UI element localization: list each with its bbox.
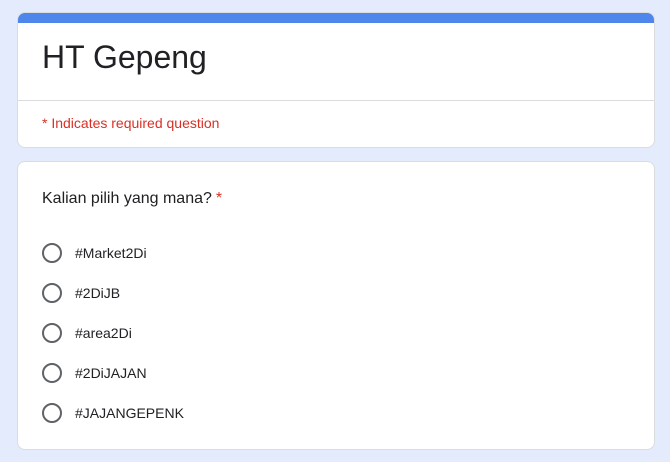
radio-option-jajangepenk[interactable]: #JAJANGEPENK — [42, 393, 184, 433]
radio-option-market2di[interactable]: #Market2Di — [42, 233, 184, 273]
option-label: #2DiJB — [75, 285, 121, 301]
form-header-card: HT Gepeng * Indicates required question — [17, 12, 655, 148]
form-page: HT Gepeng * Indicates required question … — [0, 0, 670, 462]
option-label: #JAJANGEPENK — [75, 405, 184, 421]
radio-option-2dijajan[interactable]: #2DiJAJAN — [42, 353, 184, 393]
option-label: #area2Di — [75, 325, 132, 341]
option-label: #2DiJAJAN — [75, 365, 147, 381]
radio-button[interactable] — [42, 363, 62, 383]
radio-option-area2di[interactable]: #area2Di — [42, 313, 184, 353]
question-title: Kalian pilih yang mana? * — [42, 189, 222, 209]
question-text: Kalian pilih yang mana? — [42, 190, 212, 207]
radio-button[interactable] — [42, 243, 62, 263]
question-card: Kalian pilih yang mana? * #Market2Di #2Di… — [17, 161, 655, 450]
required-asterisk: * — [215, 190, 223, 207]
header-divider — [18, 100, 654, 101]
radio-button[interactable] — [42, 283, 62, 303]
theme-accent-bar — [18, 13, 654, 23]
form-title: HT Gepeng — [42, 39, 207, 75]
radio-button[interactable] — [42, 323, 62, 343]
radio-button[interactable] — [42, 403, 62, 423]
option-label: #Market2Di — [75, 245, 147, 261]
radio-options: #Market2Di #2DiJB #area2Di #2DiJAJAN #JA… — [42, 233, 184, 433]
required-question-note: * Indicates required question — [42, 115, 220, 131]
radio-option-2dijb[interactable]: #2DiJB — [42, 273, 184, 313]
